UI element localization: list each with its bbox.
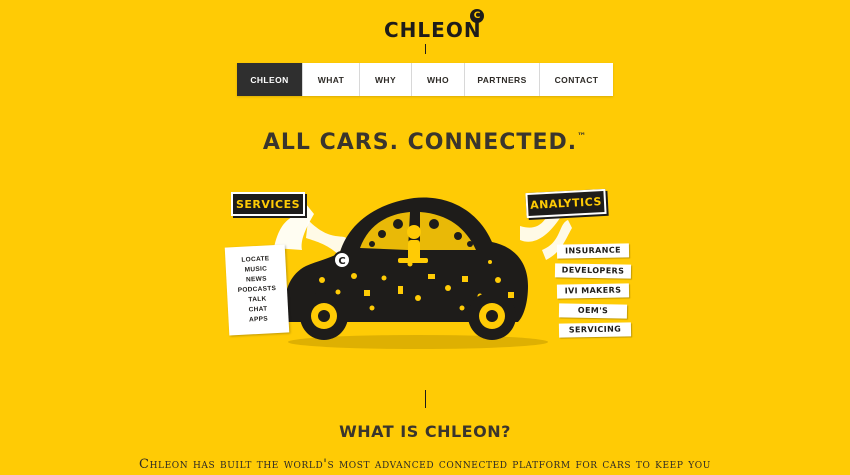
nav-item-chleon[interactable]: CHLEON xyxy=(237,63,303,96)
nav-item-contact[interactable]: CONTACT xyxy=(540,63,613,96)
headline-text: ALL CARS. CONNECTED. xyxy=(262,130,578,155)
icon-glyph xyxy=(508,292,514,298)
icon-glyph xyxy=(415,295,421,301)
icon-glyph xyxy=(364,290,370,296)
icon-dot xyxy=(429,219,439,229)
analytics-item: IVI MAKERS xyxy=(556,283,630,299)
analytics-banner: ANALYTICS xyxy=(525,188,607,219)
nav-item-why[interactable]: WHY xyxy=(360,63,412,96)
front-wheel xyxy=(468,292,516,340)
trademark-mark: ™ xyxy=(577,132,588,142)
icon-glyph xyxy=(445,285,451,291)
nav-item-partners[interactable]: PARTNERS xyxy=(465,63,540,96)
icon-glyph xyxy=(351,273,357,279)
analytics-item: DEVELOPERS xyxy=(554,263,632,279)
section-divider xyxy=(425,390,426,408)
section-description: Chleon has built the world's most advanc… xyxy=(139,457,711,472)
logo-divider xyxy=(425,44,426,54)
icon-dot xyxy=(393,219,403,229)
analytics-item: SERVICING xyxy=(558,322,632,338)
services-banner: SERVICES xyxy=(231,192,305,216)
analytics-item: OEM'S xyxy=(558,303,628,319)
icon-dot xyxy=(378,230,386,238)
icon-glyph xyxy=(462,276,468,282)
services-item: APPS xyxy=(248,315,269,324)
services-list-card: LOCATE MUSIC NEWS PODCASTS TALK CHAT APP… xyxy=(224,244,290,336)
section-title: WHAT IS CHLEON? xyxy=(339,422,511,441)
icon-glyph xyxy=(335,289,341,295)
icon-dot xyxy=(454,232,462,240)
icon-dot xyxy=(467,241,473,247)
icon-glyph xyxy=(488,260,492,264)
main-nav: CHLEON WHAT WHY WHO PARTNERS CONTACT xyxy=(237,63,613,96)
icon-glyph xyxy=(369,305,375,311)
icon-glyph xyxy=(398,286,403,294)
analytics-item: INSURANCE xyxy=(556,243,630,259)
nav-item-what[interactable]: WHAT xyxy=(303,63,360,96)
brand-logo[interactable]: CHLEON xyxy=(384,18,482,42)
rear-wheel xyxy=(300,292,348,340)
chleon-badge-text: C xyxy=(338,256,345,267)
nav-item-who[interactable]: WHO xyxy=(412,63,465,96)
icon-glyph xyxy=(428,274,435,279)
icon-glyph xyxy=(459,305,465,311)
icon-glyph xyxy=(495,277,501,283)
icon-glyph xyxy=(381,275,387,281)
icon-glyph xyxy=(319,277,325,283)
icon-dot xyxy=(369,241,375,247)
hero-headline: ALL CARS. CONNECTED.™ xyxy=(0,130,850,155)
logo-badge-icon: C xyxy=(470,9,484,23)
